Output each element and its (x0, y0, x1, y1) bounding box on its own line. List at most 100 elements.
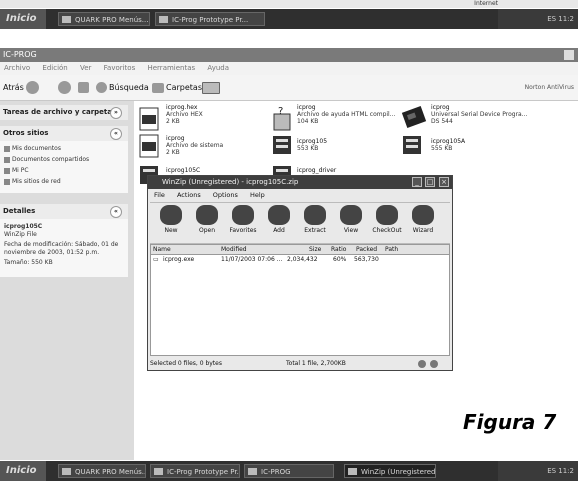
menu-favoritos[interactable]: Favoritos (104, 64, 136, 72)
checkout-button[interactable]: CheckOut (370, 205, 404, 234)
archive-list-header: Name Modified Size Ratio Packed Path (151, 245, 449, 255)
places-list: Mis documentos Documentos compartidos Mi… (0, 141, 128, 193)
file-item[interactable]: icprog Universal Serial Device Progra... D… (431, 104, 527, 125)
chevron-up-icon[interactable]: « (110, 128, 122, 140)
back-arrow-icon (26, 81, 40, 94)
clock: ES 11:2 (547, 467, 574, 475)
start-button[interactable]: Inicio (0, 461, 46, 481)
taskbar-button-winzip[interactable]: WinZip (Unregistered)... (344, 464, 436, 478)
file-item[interactable]: icprog.hex Archivo HEX 2 KB (166, 104, 203, 125)
places-section-header[interactable]: Otros sitios « (0, 126, 128, 141)
taskbar-button-quark[interactable]: QUARK PRO Menús... (58, 12, 150, 26)
maximize-icon[interactable]: □ (425, 177, 435, 187)
extract-icon (304, 205, 326, 225)
winzip-title: WinZip (Unregistered) - icprog105C.zip (162, 178, 299, 186)
row-modified: 11/07/2003 07:06 ... (221, 256, 283, 263)
winzip-icon (348, 468, 357, 475)
wizard-button[interactable]: Wizard (406, 205, 440, 234)
file-item[interactable]: icprog105A 555 KB (431, 138, 465, 152)
add-files-icon (268, 205, 290, 225)
close-icon[interactable]: × (439, 177, 449, 187)
archive-file-list: Name Modified Size Ratio Packed Path ▭ i… (150, 244, 450, 356)
file-item[interactable]: icprog Archivo de ayuda HTML compil... 104… (297, 104, 395, 125)
place-mis-documentos[interactable]: Mis documentos (4, 145, 61, 152)
search-button[interactable]: Búsqueda (96, 75, 149, 100)
column-size[interactable]: Size (309, 245, 321, 254)
file-item[interactable]: icprog105C (166, 167, 200, 174)
top-strip: Internet (0, 0, 578, 8)
menu-actions[interactable]: Actions (177, 191, 201, 199)
details-box: icprog105C WinZip File Fecha de modifica… (0, 219, 128, 277)
menu-archivo[interactable]: Archivo (4, 64, 30, 72)
menu-ver[interactable]: Ver (80, 64, 91, 72)
open-archive-icon (196, 205, 218, 225)
place-mi-pc[interactable]: Mi PC (4, 167, 29, 174)
tasks-section-header[interactable]: Tareas de archivo y carpeta » (0, 105, 128, 120)
folders-button[interactable]: Carpetas (152, 75, 202, 100)
chevron-down-icon[interactable]: » (110, 107, 122, 119)
wizard-icon (412, 205, 434, 225)
chevron-up-icon[interactable]: « (110, 206, 122, 218)
column-path[interactable]: Path (385, 245, 398, 254)
svg-text:?: ? (278, 106, 283, 117)
winzip-toolbar: New Open Favorites Add Extract View Chec… (150, 202, 450, 244)
details-section-header[interactable]: Detalles « (0, 204, 128, 219)
detail-modified-date: noviembre de 2003, 01:52 p.m. (4, 249, 100, 256)
icprog-icon (154, 468, 163, 475)
menu-herramientas[interactable]: Herramientas (147, 64, 195, 72)
taskbar-button-icprog-folder[interactable]: IC-PROG (244, 464, 334, 478)
place-documentos-compartidos[interactable]: Documentos compartidos (4, 156, 89, 163)
menu-edicion[interactable]: Edición (42, 64, 67, 72)
internet-label: Internet (474, 0, 498, 7)
up-folder-icon (78, 82, 89, 93)
row-ratio: 60% (333, 256, 347, 263)
extract-button[interactable]: Extract (298, 205, 332, 234)
detail-filename: icprog105C (4, 223, 43, 230)
taskbar-button-icprog[interactable]: IC-Prog Prototype Pr... (155, 12, 265, 26)
column-ratio[interactable]: Ratio (331, 245, 346, 254)
menu-file[interactable]: File (154, 191, 165, 199)
system-tray: ES 11:2 (498, 9, 578, 29)
table-row[interactable]: ▭ icprog.exe 11/07/2003 07:06 ... 2,034,… (151, 255, 449, 264)
up-folder-button[interactable] (78, 75, 91, 100)
folder-icon (4, 156, 10, 163)
row-name: icprog.exe (163, 256, 195, 263)
file-item[interactable]: icprog_driver (297, 167, 336, 174)
forward-arrow-icon (58, 81, 71, 94)
add-button[interactable]: Add (262, 205, 296, 234)
clock: ES 11:2 (547, 15, 574, 23)
taskbar-button-quark[interactable]: QUARK PRO Menús... (58, 464, 146, 478)
favorites-button[interactable]: Favorites (226, 205, 260, 234)
new-archive-icon (160, 205, 182, 225)
forward-button[interactable] (58, 75, 73, 100)
new-button[interactable]: New (154, 205, 188, 234)
open-button[interactable]: Open (190, 205, 224, 234)
network-icon (4, 178, 10, 185)
close-icon[interactable] (564, 50, 574, 60)
views-button[interactable] (202, 75, 222, 100)
taskbar-top: Inicio QUARK PRO Menús... IC-Prog Protot… (0, 9, 578, 29)
search-icon (96, 82, 107, 93)
minimize-icon[interactable]: _ (412, 177, 422, 187)
view-button[interactable]: View (334, 205, 368, 234)
view-icon (340, 205, 362, 225)
taskbar-button-icprog-prototype[interactable]: IC-Prog Prototype Pr... (150, 464, 240, 478)
computer-icon (4, 167, 10, 174)
file-item[interactable]: icprog105 553 KB (297, 138, 327, 152)
column-name[interactable]: Name (153, 245, 171, 254)
quark-icon (62, 468, 71, 475)
back-button[interactable]: Atrás (3, 75, 41, 100)
system-tray: ES 11:2 (498, 461, 578, 481)
status-selected: Selected 0 files, 0 bytes (150, 360, 222, 367)
place-mis-sitios-de-red[interactable]: Mis sitios de red (4, 178, 61, 185)
norton-antivirus-button[interactable]: Norton AntiVirus (525, 75, 574, 100)
column-packed[interactable]: Packed (356, 245, 377, 254)
column-modified[interactable]: Modified (221, 245, 247, 254)
menu-ayuda[interactable]: Ayuda (207, 64, 229, 72)
menu-help[interactable]: Help (250, 191, 265, 199)
winzip-menu-bar: File Actions Options Help (148, 190, 452, 201)
menu-options[interactable]: Options (213, 191, 238, 199)
file-item[interactable]: icprog Archivo de sistema 2 KB (166, 135, 223, 156)
task-pane: Tareas de archivo y carpeta » Otros siti… (0, 101, 134, 460)
start-button[interactable]: Inicio (0, 9, 46, 29)
